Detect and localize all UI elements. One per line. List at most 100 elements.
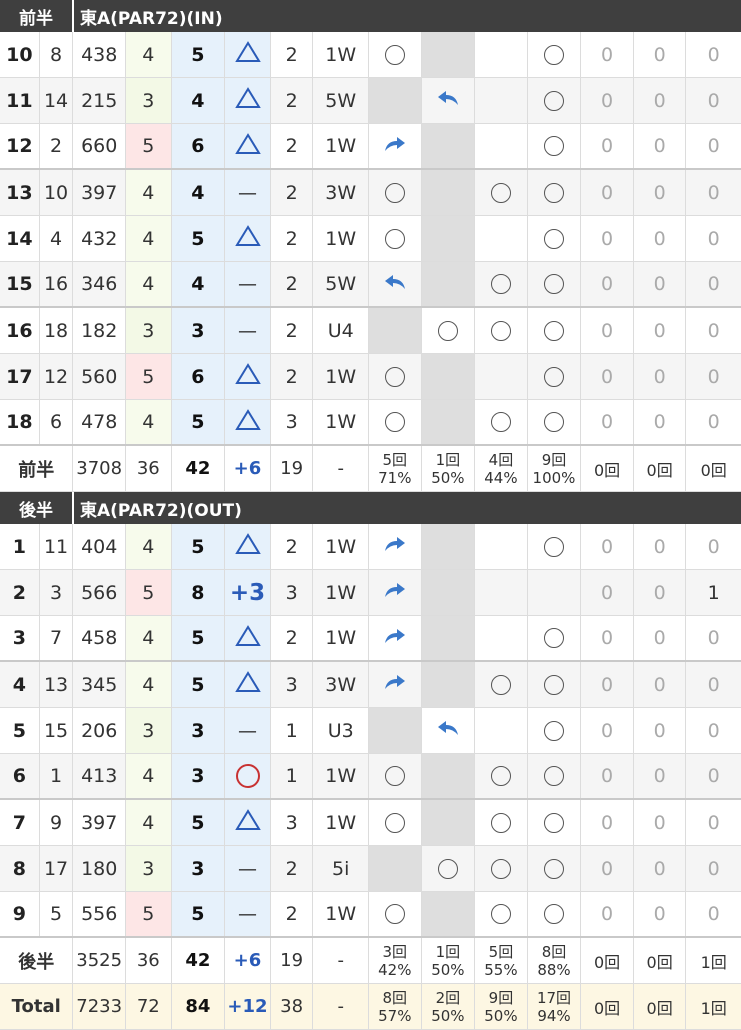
hole-row[interactable]: 15 16 346 4 4—2 5W 0 0 0	[0, 262, 741, 308]
stat-count-c: 0	[707, 43, 720, 66]
stat-count: 9回	[488, 988, 514, 1007]
hole-number: 3	[0, 616, 40, 660]
stat-cell-b	[528, 708, 582, 753]
summary-z3: 0回	[700, 460, 727, 480]
hole-handicap: 9	[40, 800, 74, 845]
arrow-right-icon	[383, 627, 407, 650]
stat-cell-b	[528, 524, 582, 569]
stat-count: 3回	[382, 942, 408, 961]
fairway-cell	[369, 754, 422, 798]
stat-count-a: 0	[581, 308, 634, 353]
green-cell	[421, 32, 476, 77]
stat-count-b: 0	[634, 308, 687, 353]
hole-score: 4	[171, 170, 226, 215]
triangle-icon	[234, 671, 261, 698]
stat-count-b: 0	[634, 170, 687, 215]
hole-score: 5	[171, 662, 226, 707]
arrow-right-icon	[383, 135, 407, 158]
triangle-icon	[234, 225, 261, 252]
hole-row[interactable]: 18 6 478 4 5 3 1W 0 0 0	[0, 400, 741, 446]
summary-label: 前半	[0, 446, 74, 491]
hole-row[interactable]: 14 4 432 4 5 2 1W 0 0 0	[0, 216, 741, 262]
stat-cell-a	[475, 708, 528, 753]
hole-putts: 2	[271, 892, 314, 936]
stat-cell-b	[528, 78, 582, 123]
hole-row[interactable]: 1 11 404 4 5 2 1W 0 0 0	[0, 524, 741, 570]
hole-par: 4	[126, 400, 172, 444]
green-cell	[421, 754, 476, 798]
circle-icon	[384, 228, 405, 249]
stat-count: 5回	[488, 942, 514, 961]
front-course-title: 東A(PAR72)(IN)	[80, 8, 223, 29]
stat-percent: 42%	[378, 960, 412, 979]
hole-row[interactable]: 10 8 438 4 5 2 1W 0 0 0	[0, 32, 741, 78]
hole-row[interactable]: 9 5 556 5 5—2 1W 0 0 0	[0, 892, 741, 938]
stat-cell-b	[528, 400, 582, 444]
hole-row[interactable]: 5 15 206 3 3—1 U3 0 0 0	[0, 708, 741, 754]
back-course-title: 東A(PAR72)(OUT)	[80, 500, 242, 521]
green-cell	[421, 262, 476, 306]
hole-handicap: 14	[40, 78, 74, 123]
fairway-cell	[369, 662, 422, 707]
stat-count-b: 0	[634, 800, 687, 845]
hole-number: 17	[0, 354, 40, 399]
circle-icon	[544, 904, 565, 924]
hole-number: 2	[0, 570, 40, 615]
hole-handicap: 18	[40, 308, 74, 353]
hole-row[interactable]: 8 17 180 3 3—2 5i 0 0 0	[0, 846, 741, 892]
circle-icon	[544, 228, 565, 249]
hole-handicap: 15	[40, 708, 74, 753]
stat-count-b: 0	[634, 124, 687, 168]
score-mark	[225, 800, 271, 845]
hole-score: 4	[171, 262, 226, 306]
tee-club: 1W	[313, 616, 370, 660]
green-cell	[421, 124, 476, 168]
hole-row[interactable]: 12 2 660 5 6 2 1W 0 0 0	[0, 124, 741, 170]
dash-icon: —	[238, 273, 257, 295]
green-cell	[421, 570, 476, 615]
hole-number: 8	[0, 846, 40, 891]
stat-count-a: 0	[581, 400, 634, 444]
stat-cell-a	[475, 78, 528, 123]
stat-percent: 55%	[484, 960, 518, 979]
score-mark	[225, 400, 271, 444]
hole-row[interactable]: 17 12 560 5 6 2 1W 0 0 0	[0, 354, 741, 400]
summary-z2: 0回	[634, 938, 687, 983]
summary-score: 42	[172, 446, 226, 491]
hole-putts: 1	[271, 708, 314, 753]
circle-icon	[544, 674, 565, 695]
stat-cell-a	[475, 262, 528, 306]
tee-club: 1W	[313, 754, 370, 798]
hole-par: 4	[126, 262, 172, 306]
summary-score: 84	[172, 984, 226, 1029]
score-mark	[225, 662, 271, 707]
hole-row[interactable]: 11 14 215 3 4 2 5W 0 0 0	[0, 78, 741, 124]
stat-cell-b	[528, 800, 582, 845]
hole-row[interactable]: 6 1 413 4 3 1 1W 0 0 0	[0, 754, 741, 800]
summary-stat-gr: 1回 50%	[422, 446, 476, 491]
summary-row: Total 7233 72 84 +12 38-8回 57% 2回 50% 9回 50% 17回 94%…	[0, 984, 741, 1030]
hole-number: 15	[0, 262, 40, 306]
stat-count-a: 0	[581, 78, 634, 123]
dash-icon: —	[238, 181, 257, 204]
green-cell	[421, 216, 476, 261]
stat-count-c: 0	[707, 719, 720, 742]
hole-putts: 2	[271, 354, 314, 399]
hole-row[interactable]: 7 9 397 4 5 3 1W 0 0 0	[0, 800, 741, 846]
stat-count-b: 0	[634, 400, 687, 444]
hole-row[interactable]: 13 10 397 4 4—2 3W 0 0 0	[0, 170, 741, 216]
summary-diff: +12	[225, 984, 271, 1029]
dash-icon: —	[238, 903, 257, 925]
hole-row[interactable]: 16 18 182 3 3—2 U4 0 0 0	[0, 308, 741, 354]
triangle-icon	[234, 87, 261, 114]
stat-percent: 50%	[484, 1006, 518, 1025]
stat-count: 8回	[382, 988, 408, 1007]
stat-cell-b	[528, 354, 582, 399]
stat-count-a: 0	[581, 354, 634, 399]
stat-count: 8回	[541, 942, 567, 961]
circle-icon	[544, 858, 565, 879]
hole-row[interactable]: 4 13 345 4 5 3 3W 0 0 0	[0, 662, 741, 708]
hole-row[interactable]: 2 3 566 5 8 +3 3 1W 0 0 1	[0, 570, 741, 616]
summary-putts: 19	[271, 446, 314, 491]
hole-row[interactable]: 3 7 458 4 5 2 1W 0 0 0	[0, 616, 741, 662]
